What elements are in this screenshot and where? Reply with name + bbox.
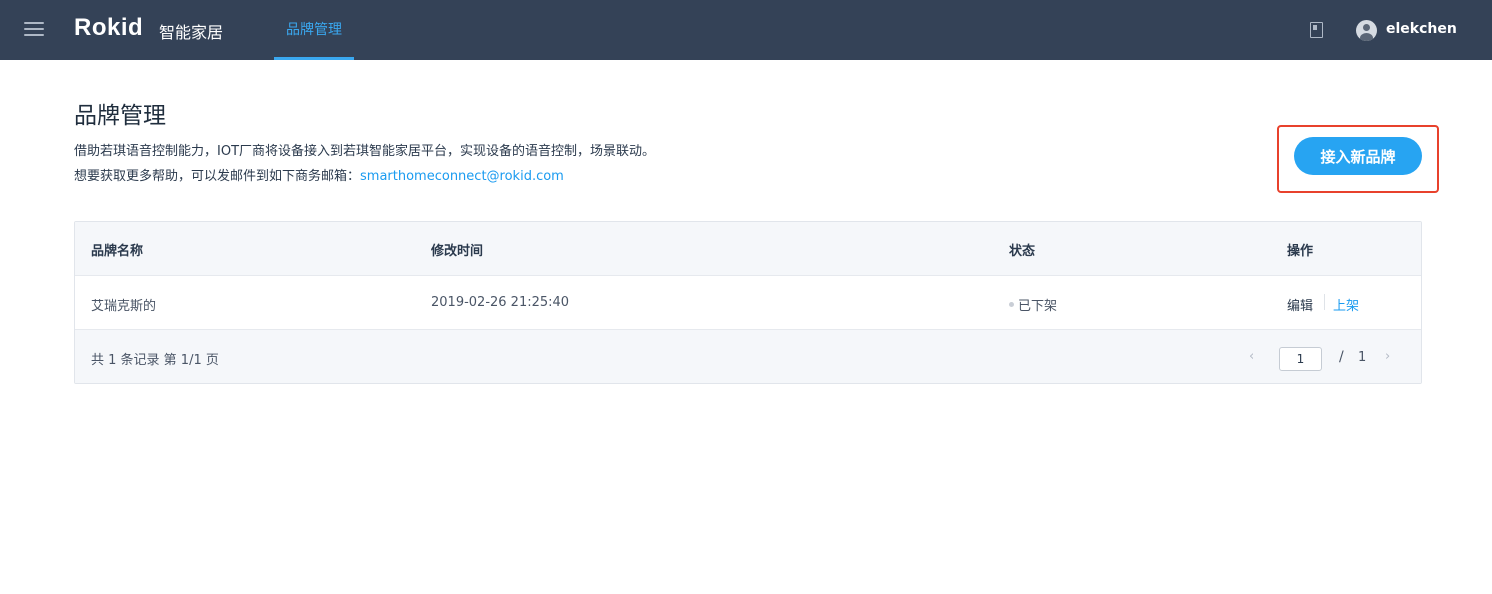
product-name: 智能家居	[159, 23, 224, 42]
rokid-logo[interactable]: Rokid	[74, 14, 143, 42]
tab-brand-management[interactable]: 品牌管理	[274, 0, 354, 60]
document-icon[interactable]	[1310, 22, 1323, 38]
record-summary: 共 1 条记录 第 1/1 页	[91, 353, 219, 368]
status-cell: 已下架	[1018, 299, 1058, 314]
column-status: 状态	[1009, 244, 1036, 259]
page-title: 品牌管理	[74, 103, 166, 129]
chevron-right-icon[interactable]: ›	[1385, 349, 1390, 364]
page-total: 1	[1358, 350, 1367, 365]
table-row: 艾瑞克斯的 2019-02-26 21:25:40 已下架 编辑 上架	[75, 276, 1421, 330]
username[interactable]: elekchen	[1386, 21, 1457, 37]
edit-link[interactable]: 编辑	[1287, 295, 1313, 314]
description-line-2: 想要获取更多帮助，可以发邮件到如下商务邮箱：smarthomeconnect@r…	[74, 165, 564, 184]
brand-table: 品牌名称 修改时间 状态 操作 艾瑞克斯的 2019-02-26 21:25:4…	[74, 221, 1422, 384]
publish-link[interactable]: 上架	[1333, 295, 1359, 314]
status-dot-icon	[1009, 302, 1014, 307]
add-new-brand-button[interactable]: 接入新品牌	[1294, 137, 1422, 175]
top-navigation-bar: Rokid 智能家居 品牌管理 elekchen	[0, 0, 1492, 60]
column-brand-name: 品牌名称	[91, 244, 144, 259]
business-email-link[interactable]: smarthomeconnect@rokid.com	[360, 169, 564, 184]
menu-icon[interactable]	[24, 20, 44, 38]
column-modified-time: 修改时间	[431, 244, 484, 259]
help-text: 想要获取更多帮助，可以发邮件到如下商务邮箱：	[74, 169, 361, 184]
page-separator: /	[1339, 349, 1344, 365]
action-divider	[1324, 294, 1325, 310]
page-number-input[interactable]	[1279, 347, 1322, 371]
column-actions: 操作	[1287, 244, 1314, 259]
chevron-left-icon[interactable]: ‹	[1249, 349, 1254, 364]
user-avatar-icon[interactable]	[1356, 20, 1377, 41]
description-line-1: 借助若琪语音控制能力，IOT厂商将设备接入到若琪智能家居平台，实现设备的语音控制…	[74, 144, 656, 159]
table-header: 品牌名称 修改时间 状态 操作	[75, 222, 1421, 276]
brand-name-cell: 艾瑞克斯的	[91, 299, 157, 314]
table-footer: 共 1 条记录 第 1/1 页 ‹ / 1 ›	[75, 330, 1421, 383]
modified-time-cell: 2019-02-26 21:25:40	[431, 295, 570, 310]
